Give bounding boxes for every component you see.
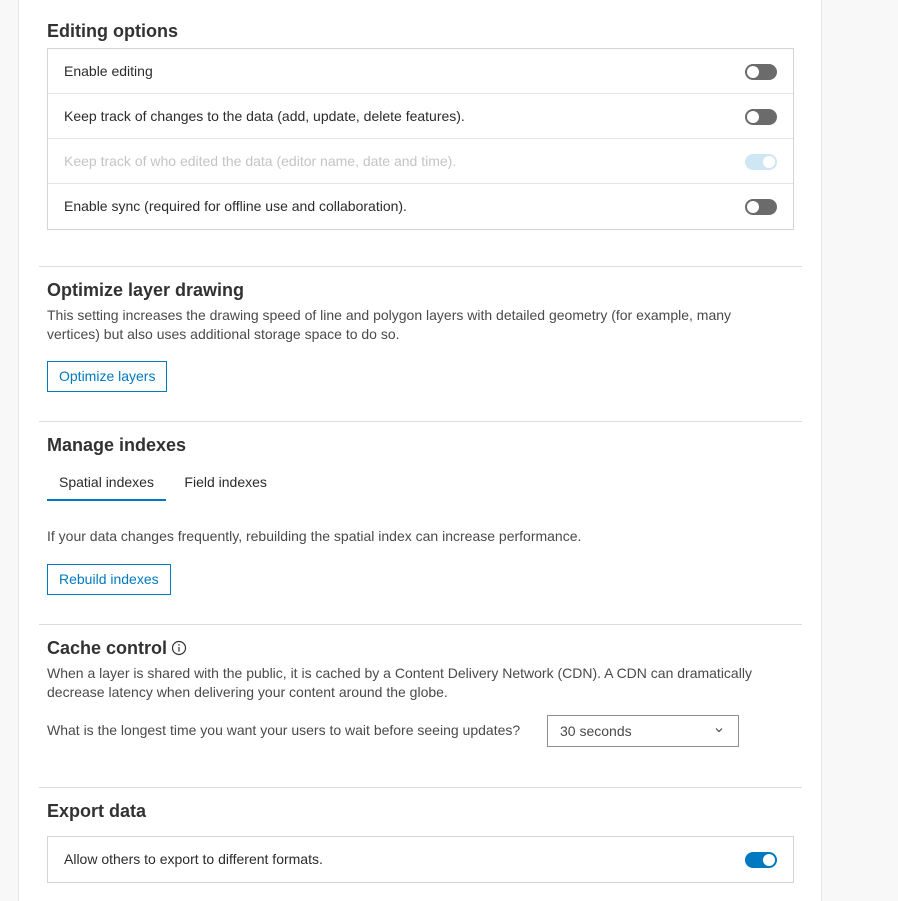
info-icon[interactable] <box>171 640 187 656</box>
track-changes-row: Keep track of changes to the data (add, … <box>48 94 793 139</box>
section-divider <box>39 624 802 625</box>
chevron-down-icon <box>715 728 723 733</box>
track-editor-row: Keep track of who edited the data (edito… <box>48 139 793 184</box>
toggle-knob <box>747 66 759 78</box>
allow-export-label: Allow others to export to different form… <box>64 851 323 867</box>
optimize-description: This setting increases the drawing speed… <box>47 307 732 342</box>
rebuild-indexes-button[interactable]: Rebuild indexes <box>47 564 171 595</box>
track-editor-toggle <box>745 154 777 170</box>
export-options-list: Allow others to export to different form… <box>47 836 794 883</box>
section-divider <box>39 421 802 422</box>
toggle-knob <box>763 854 775 866</box>
enable-sync-label: Enable sync (required for offline use an… <box>64 198 407 214</box>
optimize-heading: Optimize layer drawing <box>47 280 245 300</box>
index-tabs: Spatial indexes Field indexes <box>47 471 281 501</box>
indexes-description: If your data changes frequently, rebuild… <box>47 528 582 544</box>
cache-description: When a layer is shared with the public, … <box>47 665 752 700</box>
allow-export-toggle[interactable] <box>745 852 777 868</box>
optimize-layers-button[interactable]: Optimize layers <box>47 361 168 392</box>
cache-control-heading: Cache control <box>47 638 168 658</box>
toggle-knob <box>747 111 759 123</box>
track-changes-toggle[interactable] <box>745 109 777 125</box>
editing-options-list: Enable editing Keep track of changes to … <box>47 48 794 230</box>
manage-indexes-heading: Manage indexes <box>47 435 187 455</box>
enable-editing-toggle[interactable] <box>745 64 777 80</box>
allow-export-row: Allow others to export to different form… <box>48 837 793 882</box>
toggle-knob <box>747 201 759 213</box>
section-divider <box>39 787 802 788</box>
editing-options-heading: Editing options <box>47 21 178 41</box>
enable-sync-toggle[interactable] <box>745 199 777 215</box>
toggle-knob <box>763 156 775 168</box>
section-divider <box>39 266 802 267</box>
enable-editing-row: Enable editing <box>48 49 793 94</box>
tab-field-indexes[interactable]: Field indexes <box>172 471 279 499</box>
track-editor-label: Keep track of who edited the data (edito… <box>64 153 457 169</box>
enable-sync-row: Enable sync (required for offline use an… <box>48 184 793 229</box>
enable-editing-label: Enable editing <box>64 63 153 79</box>
export-data-heading: Export data <box>47 801 147 821</box>
cache-question-label: What is the longest time you want your u… <box>47 722 521 738</box>
settings-panel: Editing options Enable editing Keep trac… <box>18 0 822 901</box>
cache-duration-select[interactable]: 30 seconds <box>547 715 739 747</box>
tab-spatial-indexes[interactable]: Spatial indexes <box>47 471 166 501</box>
track-changes-label: Keep track of changes to the data (add, … <box>64 108 465 124</box>
select-value: 30 seconds <box>560 723 632 739</box>
